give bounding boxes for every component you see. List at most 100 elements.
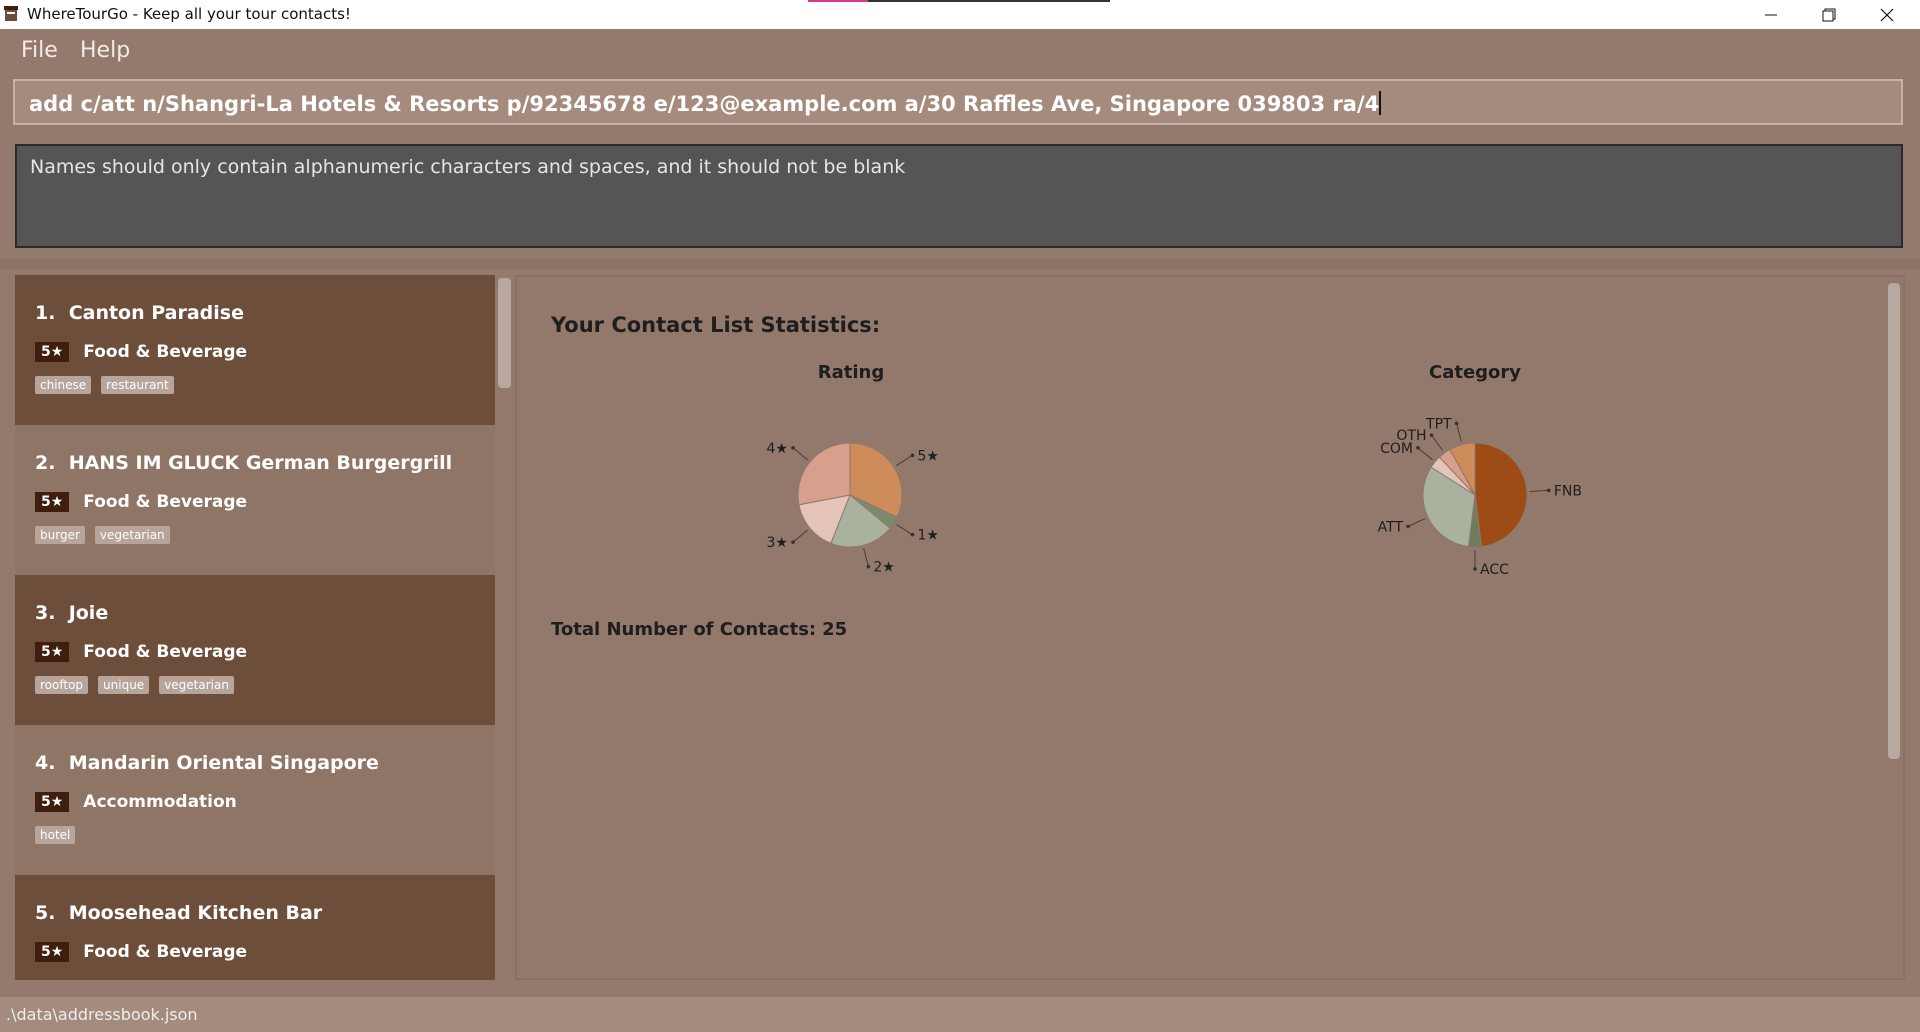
menu-help[interactable]: Help <box>80 38 130 63</box>
contact-index: 4. <box>35 752 56 774</box>
result-display: Names should only contain alphanumeric c… <box>15 144 1903 248</box>
contact-card[interactable]: 2. HANS IM GLUCK German Burgergrill 5★ Fo… <box>15 425 495 575</box>
rating-label: 1★ <box>917 528 938 544</box>
contact-name: Joie <box>68 602 109 624</box>
category-label: Accommodation <box>83 792 237 812</box>
contact-card[interactable]: 3. Joie 5★ Food & Beverage rooftop unique v… <box>15 575 495 725</box>
rating-leader-line <box>792 529 808 543</box>
category-leader-dot <box>1406 524 1410 529</box>
category-label: OTH <box>1396 428 1426 444</box>
category-label: TPT <box>1425 416 1452 432</box>
rating-leader-line <box>863 548 869 567</box>
contact-list[interactable]: 1. Canton Paradise 5★ Food & Beverage chi… <box>15 275 495 980</box>
category-leader-dot <box>1454 421 1459 426</box>
contact-name-row: 2. HANS IM GLUCK German Burgergrill <box>35 452 475 480</box>
rating-leader-dot <box>791 540 795 544</box>
contact-meta: 5★ Food & Beverage <box>35 938 475 966</box>
contact-index: 3. <box>35 602 56 624</box>
app-icon <box>4 6 18 21</box>
stats-scrollbar[interactable] <box>1888 283 1900 759</box>
category-leader-dot <box>1429 433 1434 437</box>
contact-card[interactable]: 4. Mandarin Oriental Singapore 5★ Accommo… <box>15 725 495 875</box>
contact-card[interactable]: 1. Canton Paradise 5★ Food & Beverage chi… <box>15 275 495 425</box>
category-chart-title: Category <box>1428 362 1522 383</box>
rating-label: 5★ <box>917 448 938 464</box>
command-input[interactable]: add c/att n/Shangri-La Hotels & Resorts … <box>13 79 1903 125</box>
contact-name-row: 5. Moosehead Kitchen Bar <box>35 902 475 930</box>
window-title: WhereTourGo - Keep all your tour contact… <box>27 5 351 23</box>
rating-leader-line <box>896 524 913 536</box>
rating-leader-dot <box>866 564 871 569</box>
text-caret <box>1379 91 1382 115</box>
category-label: Food & Beverage <box>83 492 248 512</box>
category-label: Food & Beverage <box>83 942 248 962</box>
rating-label: 2★ <box>873 560 894 576</box>
title-accent <box>808 0 1110 2</box>
tag: restaurant <box>101 376 174 394</box>
rating-label: 4★ <box>767 441 788 457</box>
contact-card[interactable]: 5. Moosehead Kitchen Bar 5★ Food & Bevera… <box>15 875 495 980</box>
category-leader-line <box>1529 489 1549 493</box>
tag-list: chinese restaurant <box>35 376 475 394</box>
tag: vegetarian <box>159 676 234 694</box>
tag: rooftop <box>35 676 89 694</box>
rating-leader-line <box>896 454 913 466</box>
contact-name-row: 1. Canton Paradise <box>35 302 475 330</box>
rating-label: 3★ <box>767 535 788 551</box>
stats-title: Your Contact List Statistics: <box>551 313 881 337</box>
rating-leader-dot <box>910 453 915 458</box>
rating-badge: 5★ <box>35 642 70 662</box>
rating-slice-4★ <box>797 442 851 506</box>
rating-badge: 5★ <box>35 792 70 812</box>
category-label: ACC <box>1480 562 1509 578</box>
contact-meta: 5★ Accommodation <box>35 788 475 816</box>
rating-leader-line <box>792 447 808 461</box>
category-label: ATT <box>1378 520 1404 536</box>
tag-list: hotel <box>35 826 475 844</box>
total-value: 25 <box>822 619 848 640</box>
pane-divider <box>0 259 1920 269</box>
contact-name: Moosehead Kitchen Bar <box>68 902 323 924</box>
category-slice-FNB <box>1474 442 1528 548</box>
category-label: Food & Beverage <box>83 642 248 662</box>
tag: burger <box>35 526 85 544</box>
total-label: Total Number of Contacts: <box>551 619 817 640</box>
category-pie-chart: FNBACCATTCOMOTHTPT <box>1378 416 1582 578</box>
rating-leader-dot <box>910 532 915 537</box>
category-leader-line <box>1431 434 1444 451</box>
tag: unique <box>98 676 150 694</box>
tag: vegetarian <box>94 526 170 544</box>
tag-list: burger vegetarian <box>35 526 475 544</box>
restore-button[interactable] <box>1800 0 1858 29</box>
category-label: FNB <box>1554 483 1582 499</box>
command-text: add c/att n/Shangri-La Hotels & Resorts … <box>29 92 1380 116</box>
category-leader-line <box>1407 517 1426 527</box>
category-leader-line <box>1417 447 1433 461</box>
category-label: Food & Beverage <box>83 342 248 362</box>
total-contacts: Total Number of Contacts: 25 <box>551 619 847 640</box>
rating-badge: 5★ <box>35 492 70 512</box>
contact-name: HANS IM GLUCK German Burgergrill <box>68 452 453 474</box>
contact-meta: 5★ Food & Beverage <box>35 488 475 516</box>
title-bar: WhereTourGo - Keep all your tour contact… <box>0 0 1920 29</box>
status-bar: .\data\addressbook.json <box>0 997 1920 1032</box>
minimize-icon <box>1765 14 1777 15</box>
rating-pie-chart: 5★ 1★ 2★ 3★ 4★ <box>767 441 939 576</box>
contact-name-row: 4. Mandarin Oriental Singapore <box>35 752 475 780</box>
contact-meta: 5★ Food & Beverage <box>35 338 475 366</box>
rating-chart-title: Rating <box>817 362 885 383</box>
rating-badge: 5★ <box>35 942 70 962</box>
list-scrollbar[interactable] <box>498 278 511 388</box>
close-button[interactable] <box>1858 0 1916 29</box>
menu-file[interactable]: File <box>21 38 58 63</box>
minimize-button[interactable] <box>1742 0 1800 29</box>
contact-index: 1. <box>35 302 56 324</box>
close-icon <box>1880 8 1894 21</box>
tag: hotel <box>35 826 76 844</box>
menu-bar: File Help <box>0 29 1920 73</box>
contact-name-row: 3. Joie <box>35 602 475 630</box>
contact-index: 5. <box>35 902 56 924</box>
category-leader-dot <box>1473 567 1477 571</box>
category-leader-dot <box>1416 446 1420 450</box>
rating-badge: 5★ <box>35 342 70 362</box>
